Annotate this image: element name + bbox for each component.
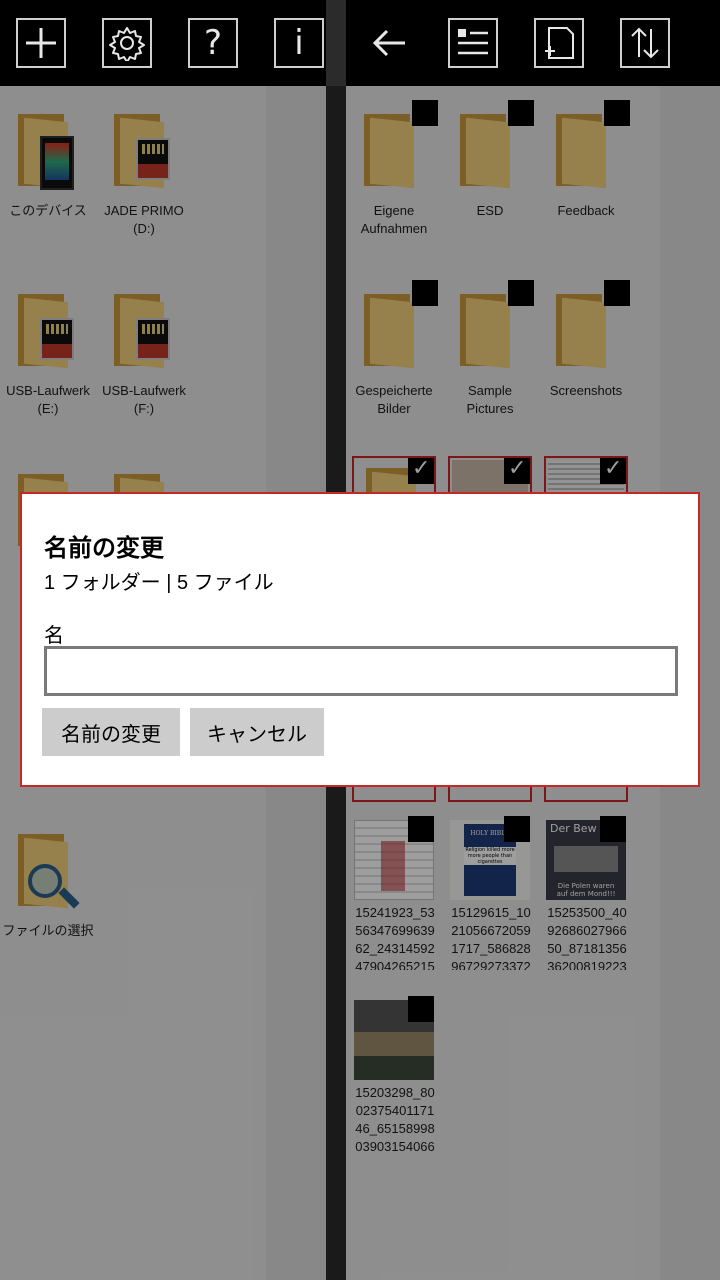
back-arrow-icon — [372, 29, 405, 57]
list-view-icon — [458, 29, 488, 55]
dialog-title: 名前の変更 — [44, 535, 164, 562]
add-icon — [26, 28, 56, 58]
cancel-button[interactable]: キャンセル — [190, 708, 324, 756]
back-button[interactable] — [364, 18, 414, 68]
new-file-icon — [545, 27, 574, 59]
view-mode-button[interactable] — [448, 18, 498, 68]
sort-button[interactable] — [620, 18, 670, 68]
sort-icon — [631, 27, 659, 59]
add-button[interactable] — [16, 18, 66, 68]
info-button[interactable]: i — [274, 18, 324, 68]
gear-icon — [109, 27, 145, 61]
help-icon: ? — [203, 23, 223, 63]
name-field-label: 名 — [44, 625, 64, 647]
help-button[interactable]: ? — [188, 18, 238, 68]
right-toolbar — [346, 0, 720, 86]
new-file-button[interactable] — [534, 18, 584, 68]
dialog-subtitle: 1 フォルダー | 5 ファイル — [44, 572, 274, 594]
name-input[interactable] — [44, 646, 678, 696]
left-toolbar: ? i — [0, 0, 326, 86]
settings-button[interactable] — [102, 18, 152, 68]
info-icon: i — [294, 23, 304, 63]
rename-button[interactable]: 名前の変更 — [42, 708, 180, 756]
rename-dialog: 名前の変更 1 フォルダー | 5 ファイル 名 名前の変更 キャンセル — [20, 492, 700, 787]
